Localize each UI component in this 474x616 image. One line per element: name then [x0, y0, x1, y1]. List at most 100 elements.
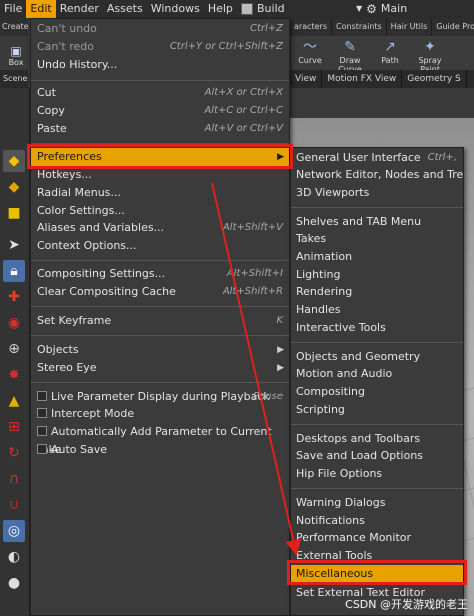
transform-icon[interactable]: ✚	[3, 286, 25, 308]
handle-icon[interactable]: ⊕	[3, 338, 25, 360]
menu-item-auto-save[interactable]: Auto Save	[31, 441, 289, 459]
menu-windows[interactable]: Windows	[147, 0, 204, 18]
pref-save-load-options[interactable]: Save and Load Options	[291, 447, 463, 465]
menu-item-undo[interactable]: Can't undo Ctrl+Z	[31, 20, 289, 38]
menu-item-auto-add-parameter[interactable]: Automatically Add Parameter to Current T…	[31, 423, 289, 456]
select-geometry-icon[interactable]: ◆	[3, 150, 25, 172]
pref-animation[interactable]: Animation	[291, 248, 463, 266]
menu-item-radial-menus[interactable]: Radial Menus...	[31, 184, 289, 202]
menu-item-compositing-settings[interactable]: Compositing Settings... Alt+Shift+I	[31, 265, 289, 283]
checkbox[interactable]	[37, 426, 47, 436]
path-tool-label: Path	[381, 56, 399, 65]
lock-icon[interactable]: 🔒︎	[3, 260, 25, 282]
pref-external-tools[interactable]: External Tools	[291, 547, 463, 565]
pref-rendering[interactable]: Rendering	[291, 283, 463, 301]
shelf-tab-guide-process[interactable]: Guide Proce	[432, 18, 474, 36]
light-icon[interactable]: ●	[3, 572, 25, 594]
pref-hip-file-options[interactable]: Hip File Options	[291, 465, 463, 483]
scale-icon[interactable]: ⊞	[3, 416, 25, 438]
menu-separator	[291, 207, 463, 208]
pref-objects-geometry[interactable]: Objects and Geometry	[291, 348, 463, 366]
menu-help[interactable]: Help	[204, 0, 237, 18]
menu-edit[interactable]: Edit	[26, 0, 56, 18]
menu-item-label: General User Interface	[296, 151, 421, 164]
select-objects-icon[interactable]: ■	[3, 202, 25, 224]
checkbox[interactable]	[37, 444, 47, 454]
menu-file[interactable]: File	[0, 0, 26, 18]
menu-separator	[31, 143, 289, 144]
select-points-icon[interactable]: ◆	[3, 176, 25, 198]
pref-general-user-interface[interactable]: General User Interface Ctrl+,	[291, 149, 463, 167]
menu-item-set-keyframe[interactable]: Set Keyframe K	[31, 312, 289, 330]
spray-paint-tool[interactable]: ✦ Spray Paint	[410, 36, 450, 74]
pref-interactive-tools[interactable]: Interactive Tools	[291, 319, 463, 337]
pref-performance-monitor[interactable]: Performance Monitor	[291, 529, 463, 547]
main-desktop-selector[interactable]: ▼ ⚙ Main	[356, 0, 411, 18]
pref-miscellaneous[interactable]: Miscellaneous	[291, 565, 463, 583]
pref-scripting[interactable]: Scripting	[291, 401, 463, 419]
gear-icon: ⚙	[366, 2, 377, 16]
select-arrow-icon[interactable]: ➤	[3, 234, 25, 256]
pref-network-editor[interactable]: Network Editor, Nodes and Trees	[291, 166, 463, 184]
menu-item-intercept-mode[interactable]: Intercept Mode	[31, 405, 289, 423]
path-tool[interactable]: ↗ Path	[370, 36, 410, 70]
magnet-icon[interactable]: ◉	[3, 312, 25, 334]
pref-takes[interactable]: Takes	[291, 230, 463, 248]
pref-warning-dialogs[interactable]: Warning Dialogs	[291, 494, 463, 512]
draw-curve-tool[interactable]: ✎ Draw Curve	[330, 36, 370, 74]
menu-item-preferences[interactable]: Preferences ▶	[31, 148, 289, 166]
render-region-icon[interactable]: ◎	[3, 520, 25, 542]
snap-icon[interactable]: ∩	[3, 468, 25, 490]
menu-item-undo-history[interactable]: Undo History...	[31, 56, 289, 74]
scene-view-tab[interactable]: Scene	[0, 70, 28, 88]
pref-notifications[interactable]: Notifications	[291, 512, 463, 530]
pref-desktops-toolbars[interactable]: Desktops and Toolbars	[291, 430, 463, 448]
view-tool-icon[interactable]: ▲	[3, 390, 25, 412]
rotate-icon[interactable]: ↻	[3, 442, 25, 464]
menu-item-live-parameter-display[interactable]: Live Parameter Display during Playback P…	[31, 388, 289, 406]
desktop-icon	[241, 3, 253, 15]
tab-motion-fx-view[interactable]: Motion FX View	[322, 70, 403, 88]
checkbox[interactable]	[37, 408, 47, 418]
checkbox[interactable]	[37, 391, 47, 401]
pane-tabs: View Motion FX View Geometry S	[290, 70, 474, 88]
menu-render[interactable]: Render	[56, 0, 103, 18]
curve-tool[interactable]: 〜 Curve	[290, 36, 330, 70]
pose-icon[interactable]: ✸	[3, 364, 25, 386]
pref-lighting[interactable]: Lighting	[291, 266, 463, 284]
box-tool[interactable]: ▣ Box	[2, 44, 30, 67]
pref-3d-viewports[interactable]: 3D Viewports	[291, 184, 463, 202]
menu-item-paste[interactable]: Paste Alt+V or Ctrl+V	[31, 120, 289, 138]
menu-item-label: Preferences	[37, 150, 102, 163]
menu-assets[interactable]: Assets	[103, 0, 147, 18]
menu-item-hotkeys[interactable]: Hotkeys...	[31, 166, 289, 184]
tab-view[interactable]: View	[290, 70, 323, 88]
shelf-tab-create[interactable]: Create	[0, 18, 29, 36]
menu-item-copy[interactable]: Copy Alt+C or Ctrl+C	[31, 102, 289, 120]
tab-geometry-spreadsheet[interactable]: Geometry S	[402, 70, 467, 88]
camera-icon[interactable]: ◐	[3, 546, 25, 568]
menu-item-aliases-variables[interactable]: Aliases and Variables... Alt+Shift+V	[31, 219, 289, 237]
menu-item-label: Aliases and Variables...	[37, 221, 165, 234]
pref-shelves-tab-menu[interactable]: Shelves and TAB Menu	[291, 213, 463, 231]
build-desktop-selector[interactable]: Build	[241, 0, 289, 18]
menu-item-color-settings[interactable]: Color Settings...	[31, 202, 289, 220]
shelf-tools: 〜 Curve ✎ Draw Curve ↗ Path ✦ Spray Pain…	[290, 36, 474, 74]
menu-item-cut[interactable]: Cut Alt+X or Ctrl+X	[31, 84, 289, 102]
menu-item-redo[interactable]: Can't redo Ctrl+Y or Ctrl+Shift+Z	[31, 38, 289, 56]
curve-icon: 〜	[303, 39, 317, 55]
menu-item-clear-compositing-cache[interactable]: Clear Compositing Cache Alt+Shift+R	[31, 283, 289, 301]
menu-item-context-options[interactable]: Context Options...	[31, 237, 289, 255]
menu-item-label: Stereo Eye	[37, 361, 97, 374]
pref-compositing[interactable]: Compositing	[291, 383, 463, 401]
shelf-tab-constraints[interactable]: Constraints	[332, 18, 387, 36]
shelf-tab-hair-utils[interactable]: Hair Utils	[387, 18, 433, 36]
shelf-tab-characters[interactable]: aracters	[290, 18, 333, 36]
magnet-snap-icon[interactable]: ∪	[3, 494, 25, 516]
pref-handles[interactable]: Handles	[291, 301, 463, 319]
menu-separator	[31, 260, 289, 261]
menu-item-objects[interactable]: Objects ▶	[31, 341, 289, 359]
pref-motion-audio[interactable]: Motion and Audio	[291, 365, 463, 383]
menu-item-stereo-eye[interactable]: Stereo Eye ▶	[31, 359, 289, 377]
shelf-tabs: aracters Constraints Hair Utils Guide Pr…	[290, 18, 474, 36]
